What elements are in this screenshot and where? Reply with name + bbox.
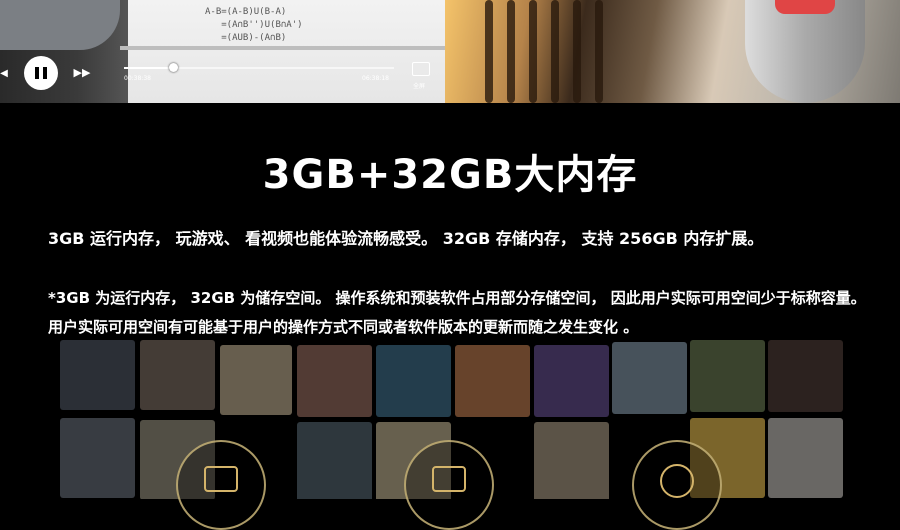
storage-footnote: *3GB 为运行内存， 32GB 为储存空间。 操作系统和预装软件占用部分存储空… — [48, 289, 866, 336]
progress-bar[interactable] — [124, 63, 394, 72]
total-time: 06:38:18 — [362, 75, 389, 82]
whiteboard-math: A-B=(A-B)U(B-A) =(A∩B'')U(B∩A') =(AUB)-(… — [205, 7, 303, 43]
memory-description: 3GB 运行内存， 玩游戏、 看视频也能体验流畅感受。 32GB 存储内存， 支… — [48, 229, 764, 248]
video-icon[interactable] — [404, 440, 494, 530]
next-icon[interactable]: ▶▶ — [74, 65, 91, 79]
gallery-icon[interactable] — [176, 440, 266, 530]
runner-shoe — [775, 0, 835, 14]
runner-leg — [745, 0, 865, 103]
video-player[interactable]: A-B=(A-B)U(B-A) =(A∩B'')U(B∩A') =(AUB)-(… — [0, 0, 445, 103]
video-controls: ◀ ▶▶ 00:38:38 06:38:18 全屏 — [0, 54, 445, 103]
whiteboard-edge — [120, 46, 445, 50]
fullscreen-icon[interactable] — [412, 62, 430, 76]
top-image-strip: A-B=(A-B)U(B-A) =(A∩B'')U(B∩A') =(AUB)-(… — [0, 0, 900, 103]
fullscreen-label: 全屏 — [413, 83, 426, 90]
music-icon[interactable] — [632, 440, 722, 530]
pause-button[interactable] — [24, 56, 58, 90]
page-title: 3GB+32GB大内存 — [262, 152, 638, 198]
runner-photo — [445, 0, 900, 103]
progress-knob[interactable] — [168, 63, 178, 72]
current-time: 00:38:38 — [124, 75, 151, 82]
previous-icon[interactable]: ◀ — [0, 66, 10, 80]
